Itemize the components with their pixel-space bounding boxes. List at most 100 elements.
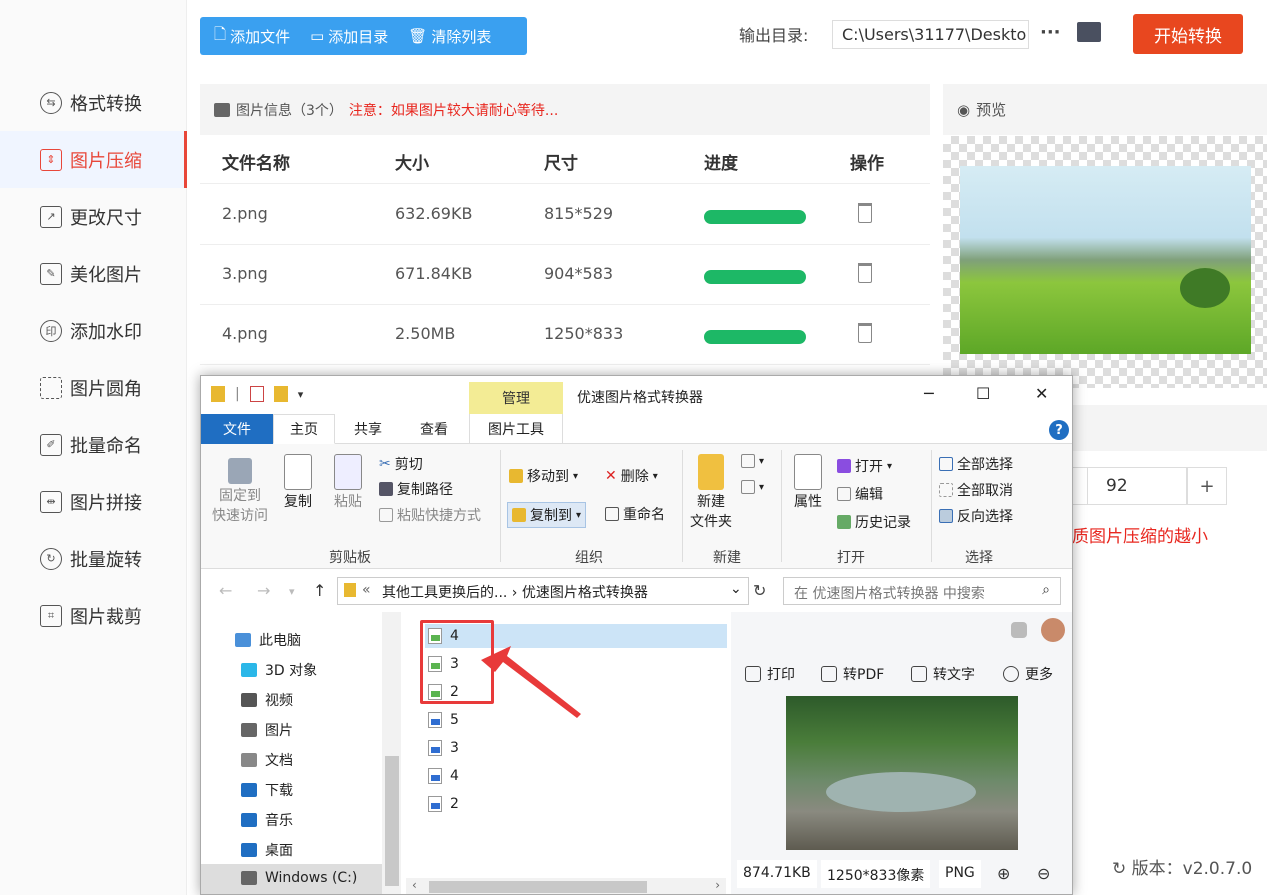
cut-button[interactable]: ✂ 剪切 bbox=[379, 454, 423, 474]
output-dir-input[interactable]: C:\Users\31177\Deskto bbox=[832, 20, 1029, 49]
sidebar-item-round-corner[interactable]: 图片圆角 bbox=[0, 359, 187, 416]
search-input[interactable]: 在 优速图片格式转换器 中搜索 ⌕ bbox=[783, 577, 1061, 605]
minimize-icon[interactable]: ─ bbox=[924, 384, 934, 403]
nav-item-desktop[interactable]: 桌面 bbox=[241, 840, 293, 860]
copy-path-button[interactable]: 复制路径 bbox=[379, 479, 453, 499]
easy-access-button[interactable]: ▾ bbox=[741, 480, 764, 494]
paste-shortcut-button[interactable]: 粘贴快捷方式 bbox=[379, 505, 481, 525]
col-name: 文件名称 bbox=[222, 154, 290, 174]
help-icon[interactable]: ? bbox=[1049, 420, 1069, 440]
sidebar-item-batch-rename[interactable]: ✐ 批量命名 bbox=[0, 416, 187, 473]
sidebar-item-merge[interactable]: ⇹ 图片拼接 bbox=[0, 473, 187, 530]
dropdown-icon[interactable]: ▾ bbox=[298, 388, 304, 401]
to-pdf-button[interactable]: 转PDF bbox=[821, 664, 884, 684]
file-item[interactable]: 4 bbox=[428, 768, 459, 784]
tab-share[interactable]: 共享 bbox=[337, 414, 399, 444]
edit-button[interactable]: 编辑 bbox=[837, 484, 883, 504]
new-item-button[interactable]: ▾ bbox=[741, 454, 764, 468]
pin-quick-access-button[interactable]: 固定到 快速访问 bbox=[209, 458, 271, 526]
zoom-in-icon[interactable]: ⊕ bbox=[997, 864, 1010, 883]
settings-hex-icon[interactable] bbox=[1011, 622, 1027, 638]
nav-item-pictures[interactable]: 图片 bbox=[241, 720, 293, 740]
copy-button[interactable]: 复制 bbox=[279, 454, 317, 512]
refresh-icon[interactable]: ↻ bbox=[1112, 859, 1132, 879]
quality-minus-button[interactable] bbox=[1072, 467, 1087, 505]
more-button[interactable]: 更多 bbox=[1003, 664, 1053, 684]
print-button[interactable]: 打印 bbox=[745, 664, 795, 684]
back-arrow-icon[interactable]: ← bbox=[219, 581, 232, 600]
history-button[interactable]: 历史记录 bbox=[837, 512, 911, 532]
open-button[interactable]: 打开 ▾ bbox=[837, 456, 892, 476]
scroll-left-icon[interactable]: ‹ bbox=[412, 878, 417, 892]
select-all-button[interactable]: 全部选择 bbox=[939, 454, 1013, 474]
more-options-button[interactable]: ··· bbox=[1040, 22, 1061, 43]
file-item[interactable]: 3 bbox=[428, 740, 459, 756]
file-item[interactable]: 2 bbox=[428, 796, 459, 812]
to-text-button[interactable]: 转文字 bbox=[911, 664, 975, 684]
refresh-icon[interactable]: ↻ bbox=[753, 581, 766, 600]
folder-icon[interactable] bbox=[211, 386, 225, 402]
recent-dropdown-icon[interactable]: ▾ bbox=[289, 585, 295, 598]
invert-selection-button[interactable]: 反向选择 bbox=[939, 506, 1013, 526]
clear-list-button[interactable]: 🗑 清除列表 bbox=[408, 26, 491, 47]
sidebar-item-format-convert[interactable]: ⇆ 格式转换 bbox=[0, 74, 187, 131]
quality-input[interactable]: 92 bbox=[1087, 467, 1187, 505]
add-dir-button[interactable]: ▭ 添加目录 bbox=[310, 26, 388, 47]
sidebar-item-batch-rotate[interactable]: ↻ 批量旋转 bbox=[0, 530, 187, 587]
forward-arrow-icon[interactable]: → bbox=[257, 581, 270, 600]
close-icon[interactable]: ✕ bbox=[1035, 384, 1048, 403]
zoom-out-icon[interactable]: ⊖ bbox=[1037, 864, 1050, 883]
properties-button[interactable]: 属性 bbox=[789, 454, 827, 512]
avatar[interactable] bbox=[1041, 618, 1065, 642]
eye-icon: ◉ bbox=[957, 100, 971, 119]
delete-icon[interactable] bbox=[858, 323, 872, 343]
move-to-button[interactable]: 移动到 ▾ bbox=[509, 466, 578, 486]
delete-icon[interactable] bbox=[858, 203, 872, 223]
address-bar[interactable]: « 其他工具更换后的... › 优速图片格式转换器 ⌄ bbox=[337, 577, 749, 605]
sidebar-item-beautify[interactable]: ✎ 美化图片 bbox=[0, 245, 187, 302]
delete-button[interactable]: ✕ 删除 ▾ bbox=[605, 466, 658, 486]
add-file-button[interactable]: 🗋 添加文件 bbox=[214, 24, 290, 49]
sidebar-item-resize[interactable]: ↗ 更改尺寸 bbox=[0, 188, 187, 245]
nav-item-this-pc[interactable]: 此电脑 bbox=[235, 630, 301, 650]
nav-item-downloads[interactable]: 下载 bbox=[241, 780, 293, 800]
select-none-button[interactable]: 全部取消 bbox=[939, 480, 1013, 500]
tab-picture-tools[interactable]: 图片工具 bbox=[469, 414, 563, 444]
rename-button[interactable]: 重命名 bbox=[605, 504, 665, 524]
sidebar-item-watermark[interactable]: 印添加水印 bbox=[0, 302, 187, 359]
maximize-icon[interactable]: ☐ bbox=[976, 384, 990, 403]
copy-to-button[interactable]: 复制到 ▾ bbox=[507, 502, 587, 528]
quality-plus-button[interactable]: + bbox=[1187, 467, 1227, 505]
tab-view[interactable]: 查看 bbox=[401, 414, 467, 444]
new-folder-button[interactable]: 新建 文件夹 bbox=[687, 454, 735, 532]
film-icon bbox=[241, 693, 257, 707]
open-folder-icon[interactable] bbox=[1077, 22, 1101, 42]
sidebar-item-image-compress[interactable]: ⇕ 图片压缩 bbox=[0, 131, 187, 188]
drive-icon bbox=[241, 871, 257, 885]
start-convert-button[interactable]: 开始转换 bbox=[1133, 14, 1243, 54]
file-item[interactable]: 5 bbox=[428, 712, 459, 728]
tab-home[interactable]: 主页 bbox=[273, 414, 335, 444]
nav-item-videos[interactable]: 视频 bbox=[241, 690, 293, 710]
sidebar: ⇆ 格式转换 ⇕ 图片压缩 ↗ 更改尺寸 ✎ 美化图片 印添加水印 图片圆角 ✐ 批量命名… bbox=[0, 0, 187, 895]
tab-manage[interactable]: 管理 bbox=[469, 382, 563, 414]
paste-button[interactable]: 粘贴 bbox=[329, 454, 367, 512]
preview-image bbox=[960, 166, 1251, 354]
up-arrow-icon[interactable]: ↑ bbox=[313, 581, 326, 600]
address-dropdown-icon[interactable]: ⌄ bbox=[730, 581, 742, 597]
new-folder-icon[interactable] bbox=[273, 386, 288, 402]
nav-item-music[interactable]: 音乐 bbox=[241, 810, 293, 830]
delete-icon[interactable] bbox=[858, 263, 872, 283]
explorer-titlebar: | ▾ 管理 优速图片格式转换器 ─ ☐ ✕ bbox=[201, 376, 1072, 414]
nav-item-windows-c[interactable]: Windows (C:) bbox=[201, 864, 382, 894]
nav-item-3d-objects[interactable]: 3D 对象 bbox=[241, 660, 317, 680]
sidebar-item-crop[interactable]: ⌗ 图片裁剪 bbox=[0, 587, 187, 644]
scroll-right-icon[interactable]: › bbox=[715, 878, 720, 892]
tab-file[interactable]: 文件 bbox=[201, 414, 273, 444]
nav-scrollbar-thumb[interactable] bbox=[385, 756, 399, 886]
properties-icon[interactable] bbox=[249, 386, 264, 402]
nav-item-documents[interactable]: 文档 bbox=[241, 750, 293, 770]
file-list-hscrollbar-thumb[interactable] bbox=[429, 881, 647, 893]
document-icon bbox=[241, 753, 257, 767]
file-size: 2.50MB bbox=[395, 324, 456, 343]
